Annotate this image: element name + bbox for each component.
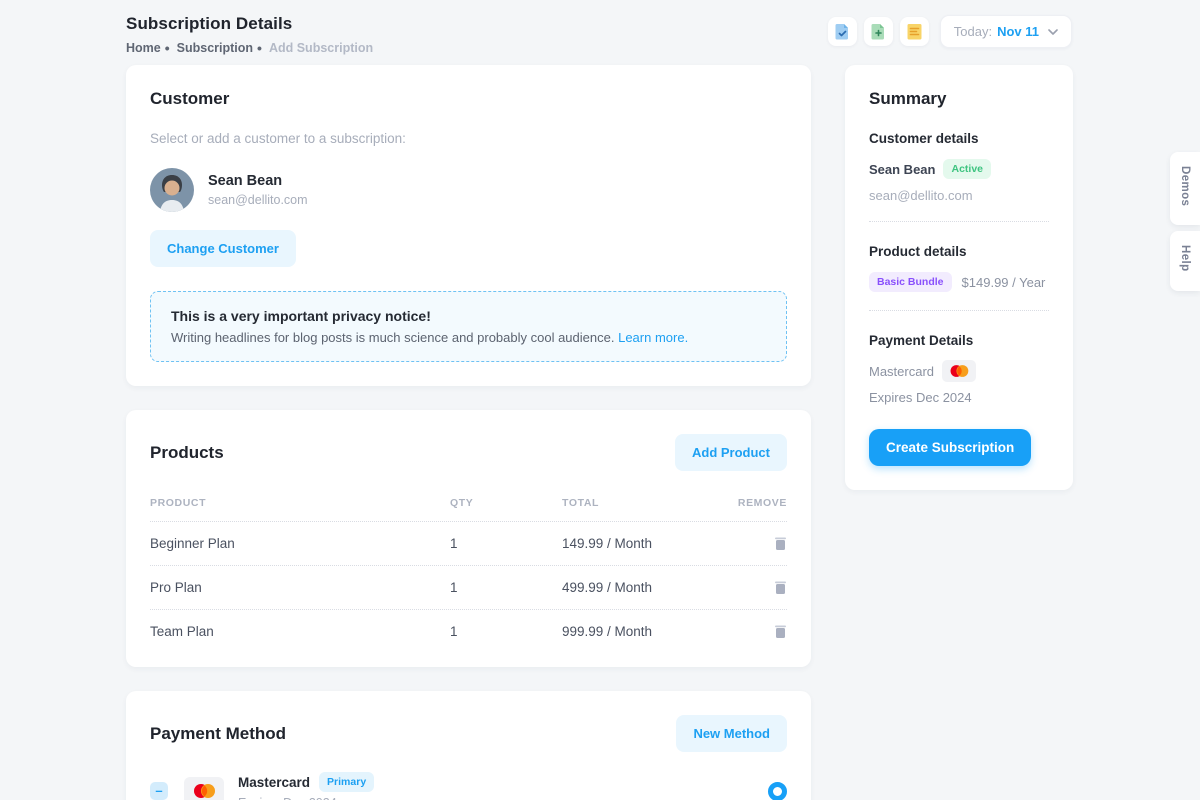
breadcrumb-subscription[interactable]: Subscription xyxy=(177,41,253,55)
column-remove: REMOVE xyxy=(737,497,787,509)
column-total: TOTAL xyxy=(562,497,737,509)
method-expires: Expires Dec 2024 xyxy=(238,796,374,800)
learn-more-link[interactable]: Learn more. xyxy=(618,330,688,345)
column-product: PRODUCT xyxy=(150,497,450,509)
trash-icon xyxy=(774,624,787,639)
document-add-icon xyxy=(871,23,886,40)
breadcrumb-home[interactable]: Home xyxy=(126,41,161,55)
product-total: 999.99 / Month xyxy=(562,624,737,639)
summary-card: Summary Customer details Sean Bean Activ… xyxy=(845,65,1073,490)
edge-tabs: Demos Help xyxy=(1170,152,1200,291)
page-title: Subscription Details xyxy=(126,14,373,34)
document-lines-icon xyxy=(907,23,922,40)
create-subscription-button[interactable]: Create Subscription xyxy=(869,429,1031,466)
breadcrumb: Home • Subscription • Add Subscription xyxy=(126,41,373,55)
help-tab[interactable]: Help xyxy=(1170,231,1200,291)
trash-icon xyxy=(774,536,787,551)
method-brand: Mastercard xyxy=(238,775,310,790)
new-method-button[interactable]: New Method xyxy=(676,715,787,752)
remove-product-button[interactable] xyxy=(737,624,787,639)
summary-product-heading: Product details xyxy=(869,244,1049,259)
help-tab-label: Help xyxy=(1179,245,1191,272)
mastercard-icon xyxy=(184,777,224,800)
product-total: 149.99 / Month xyxy=(562,536,737,551)
document-lines-button[interactable] xyxy=(900,17,929,46)
table-row: Team Plan 1 999.99 / Month xyxy=(150,610,787,643)
column-qty: QTY xyxy=(450,497,562,509)
breadcrumb-separator: • xyxy=(257,41,262,55)
method-info: Mastercard Primary Expires Dec 2024 xyxy=(238,772,374,800)
summary-payment-heading: Payment Details xyxy=(869,333,1049,348)
page: Subscription Details Home • Subscription •… xyxy=(0,0,1200,800)
customer-identity: Sean Bean sean@dellito.com xyxy=(208,173,308,207)
products-table: PRODUCT QTY TOTAL REMOVE Beginner Plan 1… xyxy=(150,497,787,643)
summary-payment-expires: Expires Dec 2024 xyxy=(869,390,1049,405)
product-name: Pro Plan xyxy=(150,580,450,595)
method-selected-radio[interactable] xyxy=(768,782,787,800)
summary-title: Summary xyxy=(869,89,1049,109)
product-qty: 1 xyxy=(450,536,562,551)
summary-customer-email: sean@dellito.com xyxy=(869,188,1049,203)
privacy-notice-body: Writing headlines for blog posts is much… xyxy=(171,330,766,345)
demos-tab[interactable]: Demos xyxy=(1170,152,1200,225)
mastercard-icon xyxy=(942,360,976,382)
product-qty: 1 xyxy=(450,580,562,595)
customer-card: Customer Select or add a customer to a s… xyxy=(126,65,811,386)
product-name: Team Plan xyxy=(150,624,450,639)
change-customer-button[interactable]: Change Customer xyxy=(150,230,296,267)
today-label: Today: xyxy=(954,24,992,39)
page-header: Subscription Details Home • Subscription •… xyxy=(126,14,373,55)
payment-method-row: – Mastercard Primary Expires Dec 2024 xyxy=(150,772,787,800)
collapse-method-button[interactable]: – xyxy=(150,782,168,800)
products-table-header: PRODUCT QTY TOTAL REMOVE xyxy=(150,497,787,522)
bundle-price: $149.99 / Year xyxy=(962,275,1046,290)
toolbar: Today: Nov 11 xyxy=(828,15,1072,48)
customer-email: sean@dellito.com xyxy=(208,193,308,207)
breadcrumb-add-subscription: Add Subscription xyxy=(269,41,373,55)
table-row: Pro Plan 1 499.99 / Month xyxy=(150,566,787,610)
product-qty: 1 xyxy=(450,624,562,639)
payment-card-title: Payment Method xyxy=(150,724,286,744)
summary-customer-heading: Customer details xyxy=(869,131,1049,146)
customer-card-subtitle: Select or add a customer to a subscripti… xyxy=(150,131,787,146)
trash-icon xyxy=(774,580,787,595)
customer-card-title: Customer xyxy=(150,89,787,109)
demos-tab-label: Demos xyxy=(1179,166,1191,206)
summary-payment-brand: Mastercard xyxy=(869,364,934,379)
main-column: Customer Select or add a customer to a s… xyxy=(126,65,811,800)
payment-method-card: Payment Method New Method – Mastercard P… xyxy=(126,691,811,800)
primary-badge: Primary xyxy=(319,772,374,792)
summary-divider xyxy=(869,310,1049,311)
active-status-badge: Active xyxy=(943,159,991,179)
products-card-title: Products xyxy=(150,443,224,463)
today-value: Nov 11 xyxy=(997,24,1039,39)
customer-name: Sean Bean xyxy=(208,173,308,189)
bundle-badge: Basic Bundle xyxy=(869,272,952,292)
document-check-button[interactable] xyxy=(828,17,857,46)
products-card: Products Add Product PRODUCT QTY TOTAL R… xyxy=(126,410,811,667)
customer-row: Sean Bean sean@dellito.com xyxy=(150,168,787,212)
privacy-notice-title: This is a very important privacy notice! xyxy=(171,308,766,324)
summary-customer-name: Sean Bean xyxy=(869,162,935,177)
add-product-button[interactable]: Add Product xyxy=(675,434,787,471)
customer-avatar xyxy=(150,168,194,212)
privacy-notice-text: Writing headlines for blog posts is much… xyxy=(171,330,614,345)
document-add-button[interactable] xyxy=(864,17,893,46)
remove-product-button[interactable] xyxy=(737,580,787,595)
document-check-icon xyxy=(835,23,850,40)
product-name: Beginner Plan xyxy=(150,536,450,551)
summary-divider xyxy=(869,221,1049,222)
breadcrumb-separator: • xyxy=(165,41,170,55)
chevron-down-icon xyxy=(1048,29,1058,35)
privacy-notice: This is a very important privacy notice!… xyxy=(150,291,787,362)
table-row: Beginner Plan 1 149.99 / Month xyxy=(150,522,787,566)
remove-product-button[interactable] xyxy=(737,536,787,551)
product-total: 499.99 / Month xyxy=(562,580,737,595)
date-selector[interactable]: Today: Nov 11 xyxy=(940,15,1072,48)
